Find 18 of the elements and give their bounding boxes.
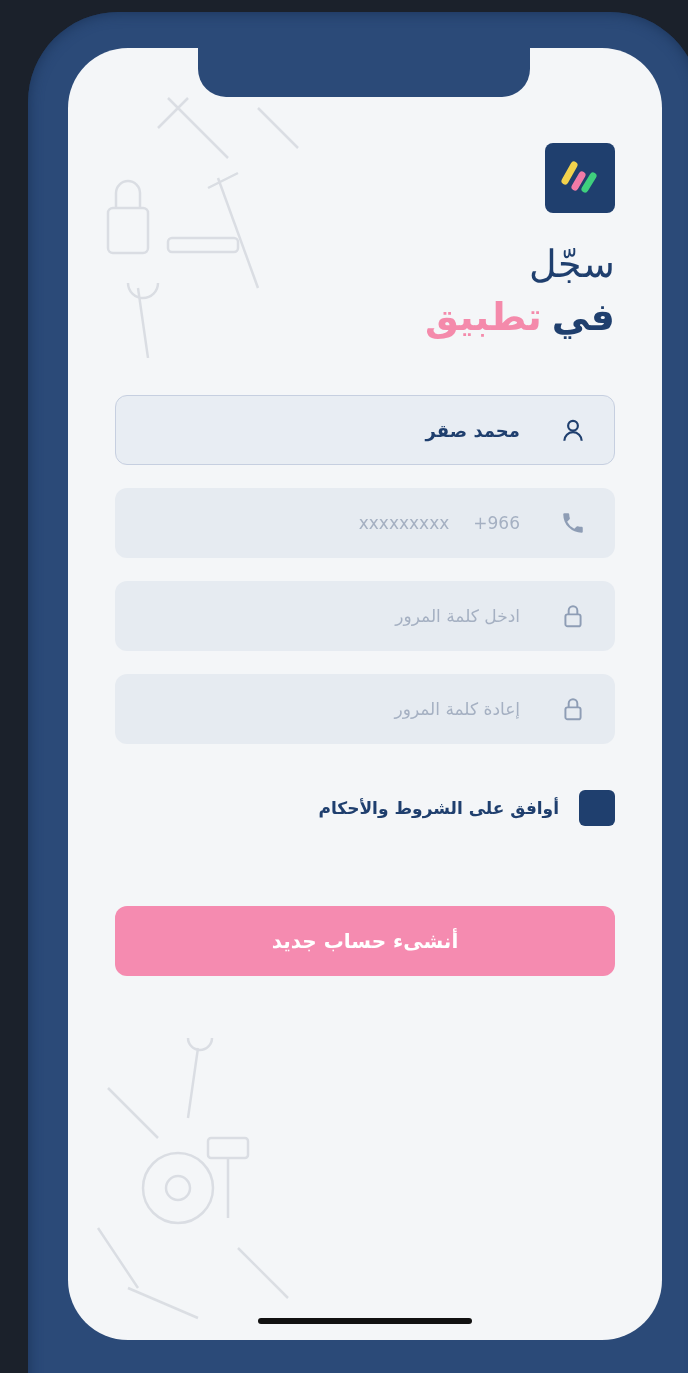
app-name-text: تطبيق <box>425 294 542 341</box>
password-placeholder: ادخل كلمة المرور <box>395 606 520 626</box>
phone-icon <box>560 510 586 536</box>
user-icon <box>560 417 586 443</box>
password-field[interactable]: إعادة كلمة المرور <box>115 674 615 744</box>
name-field[interactable]: محمد صقر <box>115 395 615 465</box>
country-code-text: +966 <box>473 513 520 533</box>
terms-checkbox[interactable] <box>579 790 615 826</box>
title-text: سجّل <box>529 241 615 288</box>
password-field[interactable]: ادخل كلمة المرور <box>115 581 615 651</box>
password-placeholder: إعادة كلمة المرور <box>394 699 520 719</box>
phone-placeholder: xxxxxxxxx <box>358 513 450 533</box>
name-value: محمد صقر <box>425 419 520 441</box>
phone-field[interactable]: xxxxxxxxx +966 <box>115 488 615 558</box>
terms-label: أوافق على الشروط والأحكام <box>318 798 559 818</box>
title-text: في <box>551 294 615 341</box>
create-account-button[interactable]: أنشىء حساب جديد <box>115 906 615 976</box>
app-logo-icon <box>545 143 615 213</box>
